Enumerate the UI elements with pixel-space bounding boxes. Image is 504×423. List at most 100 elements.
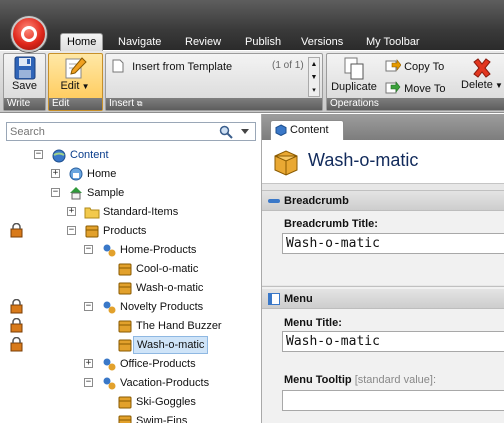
product-box-icon <box>85 225 99 238</box>
tab-versions[interactable]: Versions <box>301 35 343 51</box>
product-box-icon <box>118 396 132 409</box>
delete-x-icon <box>473 58 491 78</box>
collapse-toggle-icon[interactable]: − <box>51 188 60 197</box>
tree-item-cool-o-matic[interactable]: Cool-o-matic <box>117 260 257 278</box>
locked-item-icon <box>10 318 23 333</box>
item-header: Wash-o-matic <box>262 140 504 184</box>
content-cube-icon <box>275 124 287 136</box>
duplicate-button[interactable]: Duplicate <box>329 57 379 93</box>
group-write: Save Write <box>3 53 46 111</box>
home-globe-icon <box>69 167 83 181</box>
tree-label: Ski-Goggles <box>136 396 196 408</box>
group-insert-label: Insert ⧉ <box>106 98 322 110</box>
expand-toggle-icon[interactable]: + <box>51 169 60 178</box>
menu-tooltip-field[interactable] <box>282 390 504 411</box>
collapse-toggle-icon[interactable]: − <box>67 226 76 235</box>
application-button[interactable] <box>11 16 47 52</box>
tree-item-sample[interactable]: − Sample <box>51 184 251 202</box>
content-tree: − Content + Home − Sample + Standard-Ite… <box>0 144 261 423</box>
content-editor-panel: Content Wash-o-matic Breadcrumb Breadcru… <box>262 114 504 423</box>
tree-item-office-products[interactable]: + Office-Products <box>84 355 259 373</box>
chevron-down-icon: ▼ <box>79 82 90 91</box>
tree-item-products[interactable]: − Products <box>67 222 257 240</box>
tree-label: The Hand Buzzer <box>136 320 222 332</box>
copy-to-icon <box>385 59 402 72</box>
gallery-more-icon[interactable]: ▾ <box>309 84 319 97</box>
tree-label: Novelty Products <box>120 301 204 313</box>
tab-home[interactable]: Home <box>60 33 104 52</box>
insert-from-template-button[interactable]: Insert from Template <box>112 59 232 73</box>
section-breadcrumb-title: Breadcrumb <box>284 195 349 207</box>
expand-toggle-icon[interactable]: + <box>67 207 76 216</box>
tab-my-toolbar[interactable]: My Toolbar <box>366 35 420 51</box>
collapse-toggle-icon[interactable]: − <box>84 302 93 311</box>
section-breadcrumb-header[interactable]: Breadcrumb <box>262 191 504 211</box>
search-options-dropdown-icon[interactable] <box>241 129 249 134</box>
collapse-toggle-icon[interactable]: − <box>84 378 93 387</box>
breadcrumb-title-field[interactable]: Wash-o-matic <box>282 233 504 254</box>
insert-gallery-scrollbar[interactable]: ▲ ▼ ▾ <box>308 57 320 97</box>
tree-item-ski-goggles[interactable]: Ski-Goggles <box>117 393 257 411</box>
expand-toggle-icon[interactable]: + <box>84 359 93 368</box>
tree-label: Sample <box>87 187 125 199</box>
locked-item-icon <box>10 337 23 352</box>
tree-item-home[interactable]: + Home <box>51 165 251 183</box>
menu-title-field[interactable]: Wash-o-matic <box>282 331 504 352</box>
floppy-disk-icon <box>14 56 35 80</box>
product-box-icon <box>274 150 298 176</box>
breadcrumb-title-label: Breadcrumb Title: <box>284 218 378 230</box>
tree-label: Wash-o-matic <box>133 336 209 354</box>
product-box-icon <box>118 282 132 295</box>
tree-item-vacation-products[interactable]: − Vacation-Products <box>84 374 259 392</box>
chevron-down-icon: ▼ <box>492 81 503 90</box>
scroll-down-icon[interactable]: ▼ <box>309 71 319 84</box>
search-input[interactable] <box>7 123 207 140</box>
tab-content[interactable]: Content <box>270 120 344 140</box>
tree-item-standard-items[interactable]: + Standard-Items <box>67 203 257 221</box>
group-edit-label: Edit <box>49 98 102 110</box>
locked-item-icon <box>10 299 23 314</box>
tree-label: Cool-o-matic <box>136 263 199 275</box>
collapse-toggle-icon[interactable]: − <box>34 150 43 159</box>
tree-label: Home-Products <box>120 244 197 256</box>
tree-item-the-hand-buzzer[interactable]: The Hand Buzzer <box>117 317 257 335</box>
copy-to-button[interactable]: Copy To <box>385 59 444 73</box>
tree-item-wash-o-matic-selected[interactable]: Wash-o-matic <box>117 336 257 354</box>
section-menu-header[interactable]: Menu <box>262 289 504 309</box>
tree-label: Standard-Items <box>103 206 179 218</box>
content-globe-icon <box>52 149 66 163</box>
category-icon <box>103 244 116 257</box>
group-write-label: Write <box>4 98 45 110</box>
move-to-label: Move To <box>404 83 446 95</box>
tree-item-home-products[interactable]: − Home-Products <box>84 241 259 259</box>
edit-button[interactable]: Edit ▼ <box>51 56 99 92</box>
section-breadcrumb: Breadcrumb Breadcrumb Title: Wash-o-mati… <box>262 190 504 285</box>
tree-label: Swim-Fins <box>136 415 188 423</box>
duplicate-label: Duplicate <box>331 81 377 93</box>
search-icon[interactable] <box>219 125 233 139</box>
sample-house-icon <box>70 187 82 200</box>
tab-publish[interactable]: Publish <box>245 35 281 51</box>
collapse-toggle-icon[interactable]: − <box>84 245 93 254</box>
save-button[interactable]: Save <box>6 56 43 92</box>
tree-item-wash-o-matic[interactable]: Wash-o-matic <box>117 279 257 297</box>
group-operations-label: Operations <box>327 98 504 110</box>
tab-navigate[interactable]: Navigate <box>118 35 161 51</box>
section-menu-title: Menu <box>284 293 313 305</box>
move-to-button[interactable]: Move To <box>385 81 445 95</box>
tree-item-novelty-products[interactable]: − Novelty Products <box>84 298 259 316</box>
tab-review[interactable]: Review <box>185 35 221 51</box>
ribbon-tab-bar: Home Navigate Review Publish Versions My… <box>0 0 504 52</box>
delete-button[interactable]: Delete ▼ <box>457 57 504 91</box>
tree-label: Products <box>103 225 147 237</box>
search-box <box>6 122 256 141</box>
menu-tooltip-label: Menu Tooltip [standard value]: <box>284 374 437 386</box>
tree-label: Content <box>70 149 109 161</box>
tree-item-swim-fins[interactable]: Swim-Fins <box>117 412 257 423</box>
tree-item-content[interactable]: − Content <box>34 146 234 164</box>
dialog-launcher-icon[interactable]: ⧉ <box>137 99 143 108</box>
item-title: Wash-o-matic <box>308 150 419 170</box>
scroll-up-icon[interactable]: ▲ <box>309 58 319 71</box>
copy-to-label: Copy To <box>404 61 445 73</box>
locked-item-icon <box>10 223 23 238</box>
